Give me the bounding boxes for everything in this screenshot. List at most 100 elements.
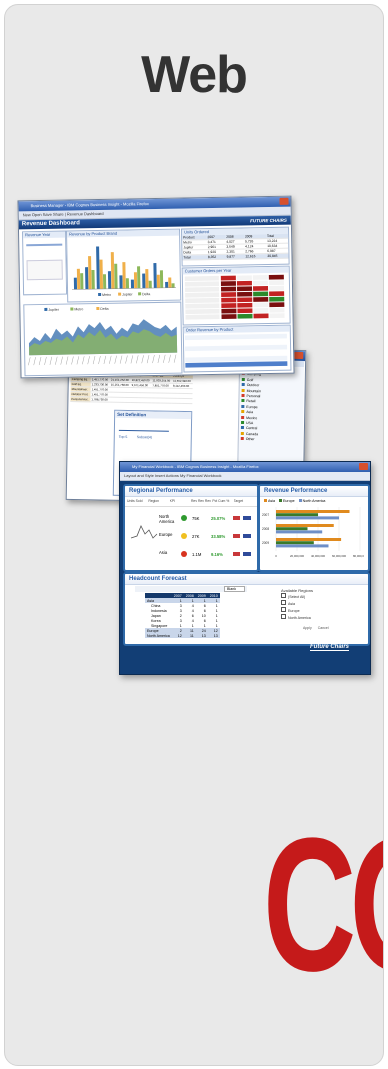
heatmap-cell bbox=[237, 297, 253, 303]
tree-item[interactable]: Other bbox=[240, 437, 301, 443]
set-item[interactable]: Subset(4) bbox=[137, 435, 152, 439]
regional-title: Regional Performance bbox=[125, 486, 257, 497]
folder-icon bbox=[240, 426, 244, 430]
tick-label bbox=[71, 356, 74, 365]
folder-icon bbox=[241, 421, 245, 425]
table-row bbox=[185, 344, 288, 352]
heatmap-cell bbox=[220, 275, 236, 281]
tree-item-label: Personal bbox=[246, 394, 261, 399]
table-cell: 10,822,450.00 bbox=[130, 377, 152, 383]
regions-list: (Select All) Asia Europe North America bbox=[281, 593, 329, 621]
kpi-percent: 33.58% bbox=[211, 534, 226, 539]
close-icon[interactable] bbox=[359, 463, 368, 470]
heatmap-cell bbox=[237, 308, 253, 314]
kpi-value: 27K bbox=[192, 534, 200, 539]
tick-label bbox=[38, 356, 42, 366]
window-title: Business Manager - IBM Cognos Business I… bbox=[30, 201, 149, 209]
folder-icon bbox=[241, 388, 245, 392]
table-cell: 1,451,770.00 bbox=[90, 391, 110, 398]
table-row: Personal Acc. 1,788,730.00 bbox=[70, 396, 193, 404]
tree-item-label: Mexico bbox=[246, 415, 258, 420]
table-row: North America 12 11 13 13 bbox=[145, 633, 220, 638]
region-checkbox[interactable]: Asia bbox=[281, 600, 329, 607]
year-label: 2008 bbox=[262, 527, 269, 531]
table-cell bbox=[151, 397, 172, 404]
heatmap-cell bbox=[221, 303, 237, 308]
heatmap-cell bbox=[236, 275, 252, 281]
set-item[interactable]: Top 5 bbox=[119, 435, 128, 439]
cancel-button[interactable]: Cancel bbox=[318, 626, 329, 630]
folder-icon bbox=[241, 415, 245, 419]
region-label: Europe bbox=[288, 609, 300, 613]
heatmap-cell bbox=[221, 308, 237, 314]
tick-label: 60,000,000 bbox=[332, 554, 346, 558]
chart-bar bbox=[276, 544, 329, 548]
chart-bar bbox=[276, 510, 350, 513]
window-title: My Financial Workbook - IBM Cognos Busin… bbox=[132, 464, 259, 469]
heatmap-label-cell bbox=[185, 292, 220, 298]
tick-label bbox=[55, 356, 58, 365]
table-cell: 11 bbox=[190, 633, 194, 638]
checkbox-icon bbox=[281, 600, 286, 605]
chart-bar bbox=[276, 541, 314, 545]
chart-bar bbox=[85, 267, 89, 290]
revenue-dashboard-screenshot: Business Manager - IBM Cognos Business I… bbox=[17, 195, 295, 379]
table-cell: 15,251,768.00 bbox=[109, 382, 131, 388]
apply-button[interactable]: Apply bbox=[303, 626, 312, 630]
chart-bar bbox=[122, 262, 126, 289]
filter-options[interactable] bbox=[26, 259, 63, 281]
workbook-toolbar[interactable]: Layout and Style Insert Actions My Finan… bbox=[120, 472, 370, 481]
tick-label bbox=[119, 355, 123, 364]
chart-bar bbox=[130, 279, 135, 289]
heatmap-cell bbox=[269, 285, 285, 291]
chart-bar bbox=[102, 274, 107, 289]
region-checkbox[interactable]: Europe bbox=[281, 607, 329, 614]
tree-list: ProductsCampingGolfOutdoorMountainPerson… bbox=[239, 366, 304, 445]
table-cell: 9,877 bbox=[225, 253, 245, 260]
heatmap-cell bbox=[237, 286, 253, 292]
legend-label: Delta bbox=[100, 307, 108, 311]
close-icon[interactable] bbox=[279, 197, 289, 205]
column-header: Rev Rev Rev bbox=[190, 499, 211, 503]
tick-label bbox=[141, 355, 144, 364]
heatmap-cell bbox=[252, 280, 268, 286]
heatmap-label-cell bbox=[185, 308, 220, 315]
chart-bar bbox=[110, 252, 115, 289]
target-bar bbox=[233, 534, 251, 538]
year-label: 2007 bbox=[262, 513, 269, 517]
chart-bar bbox=[153, 263, 157, 289]
region-checkbox[interactable]: North America bbox=[281, 614, 329, 621]
trend-box: Jupiter Metro Delta bbox=[23, 301, 183, 377]
tick-label bbox=[49, 356, 52, 365]
folder-icon bbox=[241, 404, 245, 408]
legend-swatch bbox=[118, 292, 122, 296]
tick-label: 40,000,000 bbox=[311, 554, 325, 558]
tree-item-label: Central bbox=[245, 426, 258, 431]
legend-label: Delta bbox=[142, 292, 150, 296]
heatmap-cell bbox=[253, 308, 269, 313]
region-checkbox[interactable]: (Select All) bbox=[281, 593, 329, 600]
region-label: (Select All) bbox=[288, 595, 306, 599]
year-slider[interactable] bbox=[26, 243, 63, 247]
legend-label: Europe bbox=[283, 499, 295, 503]
tick-label bbox=[157, 354, 160, 364]
headcount-table: 2007 2008 2009 2010 Asia 1 1 1 1 China 3 4 6 1 Indones… bbox=[145, 593, 220, 638]
folder-icon bbox=[241, 393, 245, 398]
filter-box: Revenue Year bbox=[22, 230, 68, 296]
tick-label bbox=[152, 355, 155, 364]
table-cell: 1,788,730.00 bbox=[90, 396, 110, 403]
heatmap-cell bbox=[220, 281, 236, 286]
table-cell: 8,352 bbox=[206, 254, 226, 260]
headcount-toolbar[interactable]: Blank bbox=[135, 586, 247, 592]
kpi-warn-icon bbox=[181, 533, 187, 539]
set-line bbox=[118, 429, 169, 432]
level-dropdown[interactable]: Blank bbox=[224, 586, 245, 592]
table-cell bbox=[109, 397, 131, 403]
chart-bar bbox=[114, 263, 118, 289]
table-cell: 1,233,730.00 bbox=[90, 381, 110, 388]
regional-performance-card: Regional Performance Units Sold Region KPI… bbox=[123, 484, 259, 572]
heatmap-cell bbox=[269, 296, 285, 302]
legend-label: North America bbox=[302, 499, 326, 503]
page-heading: Web bbox=[141, 46, 248, 104]
heatmap-cell bbox=[269, 291, 285, 297]
